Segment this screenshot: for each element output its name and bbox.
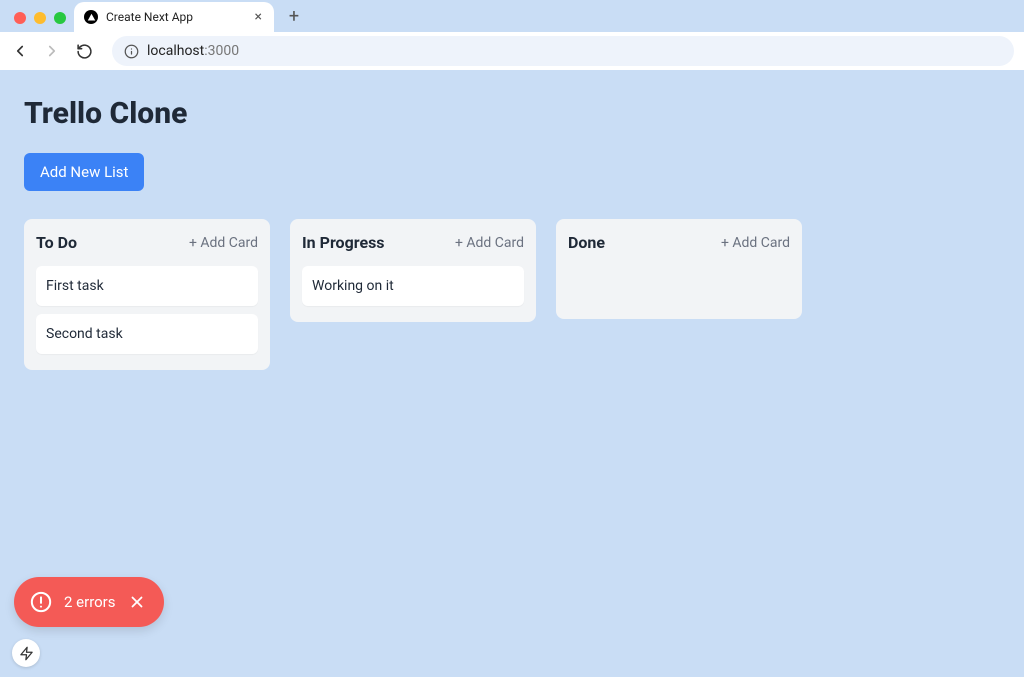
error-toast[interactable]: 2 errors xyxy=(14,577,164,627)
tab-title: Create Next App xyxy=(106,10,245,24)
tab-bar: Create Next App × + xyxy=(0,0,1024,32)
new-tab-button[interactable]: + xyxy=(280,2,308,30)
close-icon[interactable] xyxy=(128,593,146,611)
page-content: Trello Clone Add New List To Do + Add Ca… xyxy=(0,70,1024,396)
list-header: To Do + Add Card xyxy=(36,233,258,252)
browser-tab[interactable]: Create Next App × xyxy=(74,2,274,32)
add-card-button[interactable]: + Add Card xyxy=(189,235,258,251)
window-controls xyxy=(10,12,74,32)
list-header: In Progress + Add Card xyxy=(302,233,524,252)
tab-close-icon[interactable]: × xyxy=(253,9,264,25)
list-title: To Do xyxy=(36,233,77,252)
list-title: In Progress xyxy=(302,233,385,252)
url-text: localhost:3000 xyxy=(147,43,239,59)
forward-button[interactable] xyxy=(42,41,62,61)
page-title: Trello Clone xyxy=(24,96,1000,131)
window-maximize-dot[interactable] xyxy=(54,12,66,24)
tab-favicon xyxy=(84,10,98,24)
card[interactable]: Second task xyxy=(36,314,258,354)
address-bar[interactable]: localhost:3000 xyxy=(112,36,1014,66)
browser-chrome: Create Next App × + localhost:3000 xyxy=(0,0,1024,70)
list-todo: To Do + Add Card First task Second task xyxy=(24,219,270,370)
list-in-progress: In Progress + Add Card Working on it xyxy=(290,219,536,322)
add-new-list-button[interactable]: Add New List xyxy=(24,153,144,191)
window-close-dot[interactable] xyxy=(14,12,26,24)
list-done: Done + Add Card xyxy=(556,219,802,319)
nextjs-dev-indicator[interactable] xyxy=(12,639,40,667)
add-card-button[interactable]: + Add Card xyxy=(455,235,524,251)
add-card-button[interactable]: + Add Card xyxy=(721,235,790,251)
list-header: Done + Add Card xyxy=(568,233,790,252)
board: To Do + Add Card First task Second task … xyxy=(24,219,1000,370)
back-button[interactable] xyxy=(10,41,30,61)
error-text: 2 errors xyxy=(64,593,116,611)
card[interactable]: First task xyxy=(36,266,258,306)
site-info-icon[interactable] xyxy=(124,44,139,59)
browser-toolbar: localhost:3000 xyxy=(0,32,1024,70)
reload-button[interactable] xyxy=(74,41,94,61)
window-minimize-dot[interactable] xyxy=(34,12,46,24)
card[interactable]: Working on it xyxy=(302,266,524,306)
error-circle-icon xyxy=(30,591,52,613)
list-title: Done xyxy=(568,233,605,252)
